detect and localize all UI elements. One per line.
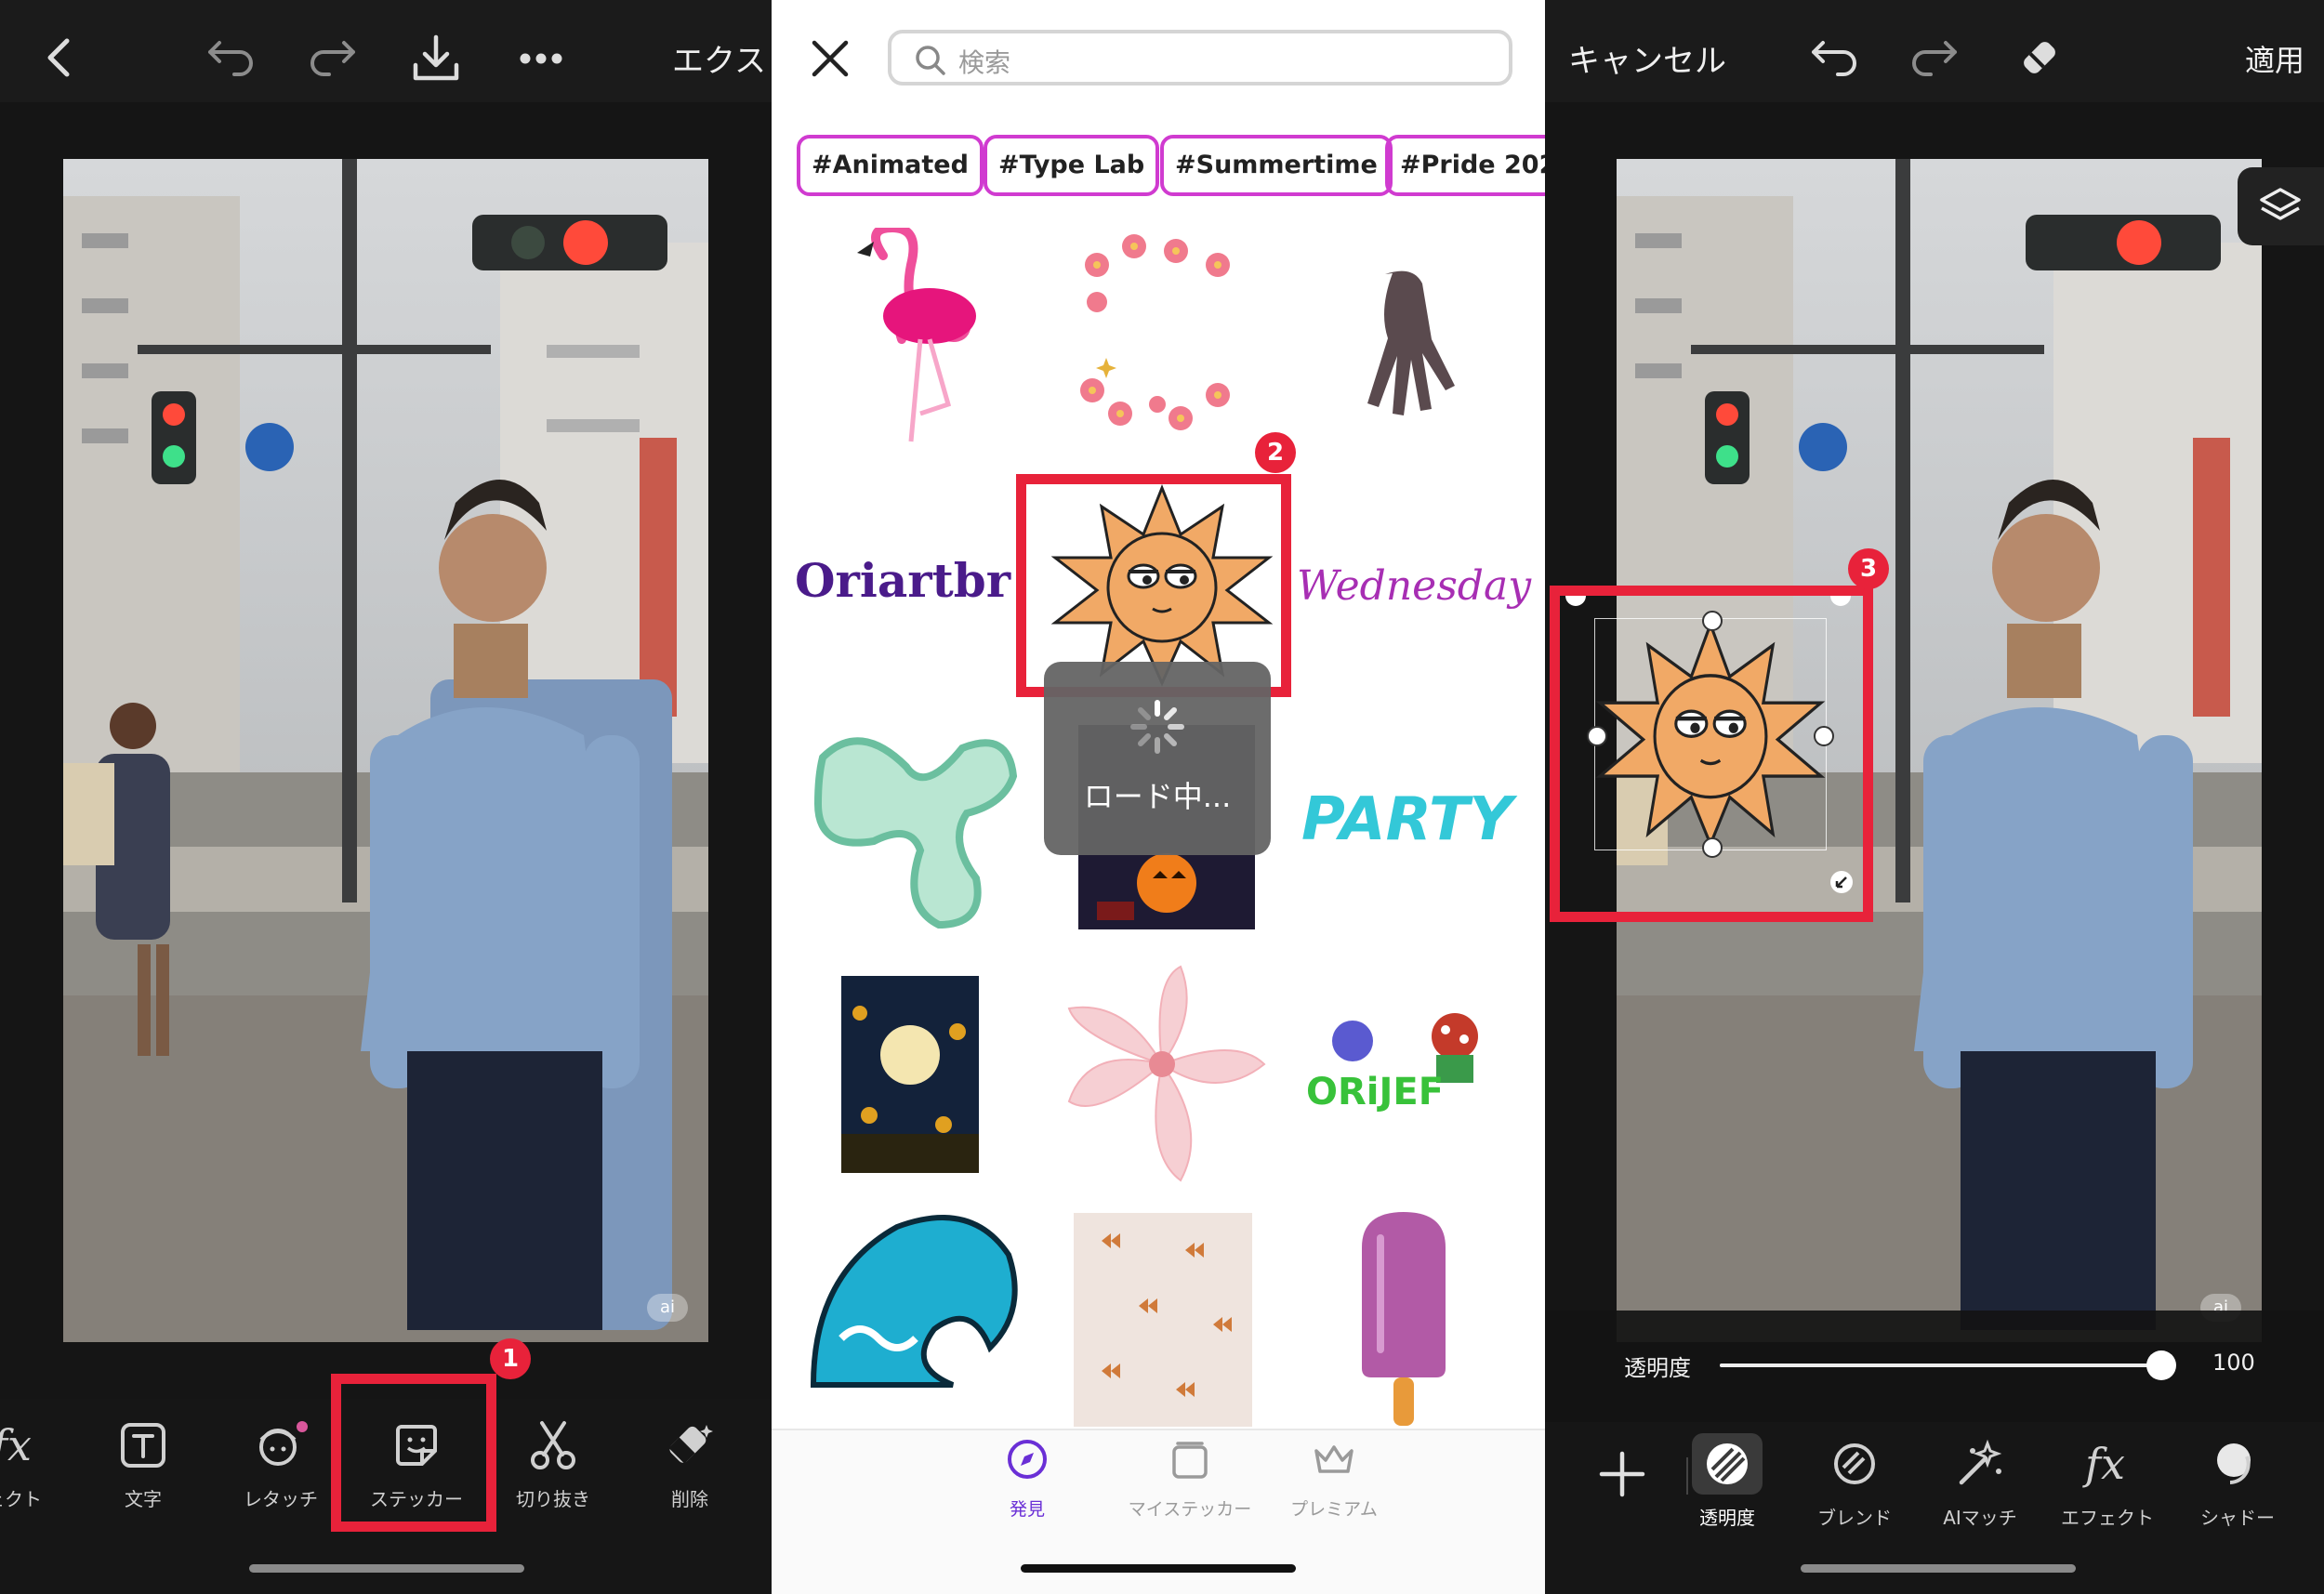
opacity-icon [1692,1433,1763,1495]
redo-icon[interactable] [1910,39,1959,76]
folder-icon [1092,1436,1287,1482]
tag-chip-type-lab[interactable]: #Type Lab [984,135,1160,196]
undo-icon[interactable] [206,39,255,76]
eraser-icon[interactable] [2017,35,2062,80]
search-input[interactable]: 検索 [888,30,1512,86]
loading-text: ロード中... [1083,779,1232,814]
sticker-wave[interactable] [804,1199,1027,1398]
export-button[interactable]: エクス [672,35,766,81]
tool-erase[interactable]: 削除 [634,1417,746,1511]
sticker-flower-ring[interactable] [1069,228,1236,445]
svg-text:fx: fx [2082,1439,2125,1489]
search-placeholder: 検索 [958,47,1011,78]
loading-toast: ロード中... [1044,662,1271,855]
blend-icon [1799,1436,1910,1492]
sticker-picker-panel: 検索 #Animated #Type Lab #Summertime #Prid… [772,0,1545,1594]
layers-icon [2260,188,2301,220]
sticker-pink-flower[interactable] [1055,962,1269,1189]
fx-icon: fx [0,1417,70,1473]
sticker-party[interactable]: PARTY [1301,785,1512,854]
sticker-orijef-text: ORiJEF [1306,1071,1445,1113]
cancel-button[interactable]: キャンセル [1568,35,1726,81]
sticker-wednesday[interactable]: Wednesday [1297,562,1531,610]
step-badge-1: 1 [490,1338,531,1379]
ai-match-icon [1924,1436,2036,1492]
tool-effect[interactable]: fx エフェクト [2052,1436,2163,1530]
opacity-slider-knob[interactable] [2146,1350,2176,1380]
sticker-moon-night[interactable] [841,976,979,1173]
add-icon[interactable] [1596,1448,1648,1500]
sticker-hand[interactable] [1339,265,1459,427]
shadow-icon [2182,1436,2293,1492]
ai-badge: ai [647,1294,688,1322]
nav-premium[interactable]: プレミアム [1264,1436,1404,1521]
scissors-icon [497,1417,609,1473]
fx-icon: fx [2052,1436,2163,1492]
back-icon[interactable] [45,37,74,78]
opacity-label: 透明度 [1624,1355,1691,1381]
tool-shadow[interactable]: シャドー [2182,1436,2293,1530]
more-icon[interactable] [519,52,563,65]
eraser-icon [634,1417,746,1473]
tag-chip-summertime[interactable]: #Summertime [1160,135,1393,196]
tool-blend[interactable]: ブレンド [1799,1436,1910,1530]
redo-icon[interactable] [309,39,357,76]
opacity-row: 透明度 100 [1545,1311,2324,1422]
opacity-value: 100 [2212,1350,2255,1376]
apply-button[interactable]: 適用 [2245,37,2304,80]
tool-opacity[interactable]: 透明度 [1671,1433,1783,1530]
text-icon [87,1417,199,1473]
nav-my-stickers[interactable]: マイステッカー [1092,1436,1287,1521]
sticker-flamingo[interactable] [846,222,985,454]
editor-panel-left: エクス ai x クト 文字 レタッチ ステッカー 切り抜き 削除 1 [0,0,772,1594]
editor-panel-right: キャンセル 適用 ai 3 透明度 100 透明度 ブレンド AIマッチ fx … [1545,0,2324,1594]
step-badge-2: 2 [1255,432,1296,473]
nav-discover[interactable]: 発見 [971,1436,1083,1521]
compass-icon [971,1436,1083,1482]
top-bar [0,0,772,102]
opacity-slider-track[interactable] [1720,1350,2176,1380]
undo-icon[interactable] [1810,39,1858,76]
photo-canvas[interactable]: ai [63,159,708,1342]
tag-chip-pride[interactable]: #Pride 2025 [1385,135,1545,196]
sticker-oriartbr[interactable]: Oriartbr [795,553,1010,608]
tool-effect[interactable]: fx ェクト [0,1417,70,1511]
step-badge-3: 3 [1848,548,1889,589]
svg-text:fx: fx [0,1420,32,1470]
opacity-slider-fill [1720,1363,2161,1367]
home-indicator [1801,1564,2076,1573]
search-icon [916,46,945,75]
tool-ai-match[interactable]: AIマッチ [1924,1436,2036,1530]
sticker-butterflies[interactable] [1074,1213,1252,1427]
tool-cutout[interactable]: 切り抜き [497,1417,609,1511]
close-icon[interactable] [811,39,850,78]
tool-retouch[interactable]: レタッチ [225,1417,337,1511]
home-indicator [249,1564,524,1573]
sticker-orijef[interactable]: ORiJEF [1306,1013,1506,1138]
sticker-popsicle[interactable] [1353,1210,1455,1432]
home-indicator [1021,1564,1296,1573]
retouch-icon [225,1417,337,1473]
tool-text[interactable]: 文字 [87,1417,199,1511]
tag-chip-animated[interactable]: #Animated [797,135,984,196]
spinner-icon [1130,700,1184,754]
highlight-placed-sticker [1550,586,1873,922]
download-icon[interactable] [412,33,460,84]
layers-button[interactable] [2238,167,2324,245]
crown-icon [1264,1436,1404,1482]
highlight-sticker-tool [331,1374,496,1532]
sticker-slime[interactable] [804,720,1023,938]
